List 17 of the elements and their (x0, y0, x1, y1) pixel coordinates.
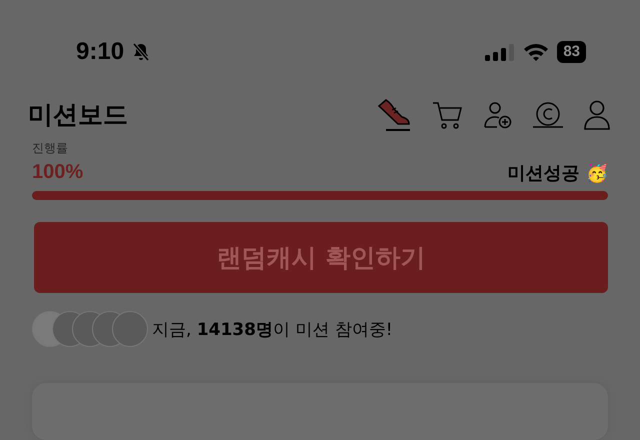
signal-icon (485, 42, 516, 62)
wifi-icon (523, 42, 550, 62)
page-title: 미션보드 (28, 99, 128, 132)
status-time: 9:10 (76, 38, 124, 66)
bell-slash-icon (132, 42, 150, 62)
battery-indicator: 83 (557, 41, 586, 63)
sneaker-icon[interactable] (376, 98, 412, 132)
add-user-icon[interactable] (484, 100, 512, 129)
random-cash-button[interactable]: 랜덤캐시 확인하기 (34, 222, 608, 294)
participants-text: 지금, 14138명이 미션 참여중! (152, 318, 393, 341)
avatar (112, 311, 148, 348)
cart-icon[interactable] (432, 100, 464, 130)
coin-icon[interactable] (532, 100, 564, 129)
user-icon[interactable] (584, 100, 610, 130)
progress-label: 진행률 (32, 142, 69, 155)
mission-status: 미션성공 🥳 (508, 162, 608, 185)
progress-value: 100% (32, 161, 84, 184)
